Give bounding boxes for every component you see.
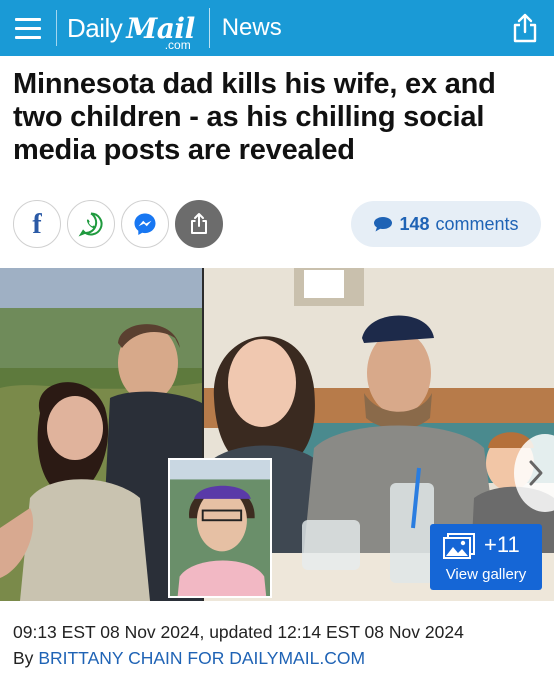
comments-count: 148 [399, 213, 430, 234]
article-headline: Minnesota dad kills his wife, ex and two… [13, 68, 496, 166]
gallery-count: +11 [484, 532, 520, 557]
speech-bubble-icon [374, 217, 393, 232]
author-link[interactable]: BRITTANY CHAIN FOR DAILYMAIL.COM [38, 648, 365, 668]
share-icon[interactable] [510, 12, 540, 44]
comments-label: comments [435, 213, 519, 234]
daily-mail-logo[interactable]: Daily Mail .com [67, 0, 195, 56]
messenger-share-button[interactable] [121, 200, 169, 248]
hamburger-menu-icon[interactable] [0, 0, 56, 56]
section-link-news[interactable]: News [222, 14, 282, 42]
whatsapp-share-button[interactable] [67, 200, 115, 248]
gallery-icon [443, 533, 475, 559]
facebook-share-button[interactable]: f [13, 200, 61, 248]
header-divider [56, 10, 57, 46]
gallery-label: View gallery [445, 566, 527, 583]
logo-com-text: .com [164, 38, 191, 52]
photo-inset-woman [168, 458, 272, 598]
section-divider [208, 8, 210, 48]
messenger-icon [134, 213, 156, 235]
article-byline: By BRITTANY CHAIN FOR DAILYMAIL.COM [13, 648, 365, 669]
byline-prefix: By [13, 648, 34, 668]
facebook-icon: f [32, 209, 42, 240]
share-icon [191, 213, 207, 234]
native-share-button[interactable] [175, 200, 223, 248]
chevron-right-icon [529, 460, 543, 486]
logo-daily-text: Daily [67, 12, 123, 43]
article-timestamp: 09:13 EST 08 Nov 2024, updated 12:14 EST… [13, 622, 464, 642]
view-gallery-button[interactable]: +11 View gallery [430, 524, 542, 590]
share-buttons-row: f [13, 200, 223, 248]
article-main-image[interactable]: +11 View gallery [0, 268, 554, 601]
comments-button[interactable]: 148 comments [351, 201, 541, 247]
top-header-bar: Daily Mail .com News [0, 0, 554, 56]
whatsapp-icon [78, 212, 103, 237]
